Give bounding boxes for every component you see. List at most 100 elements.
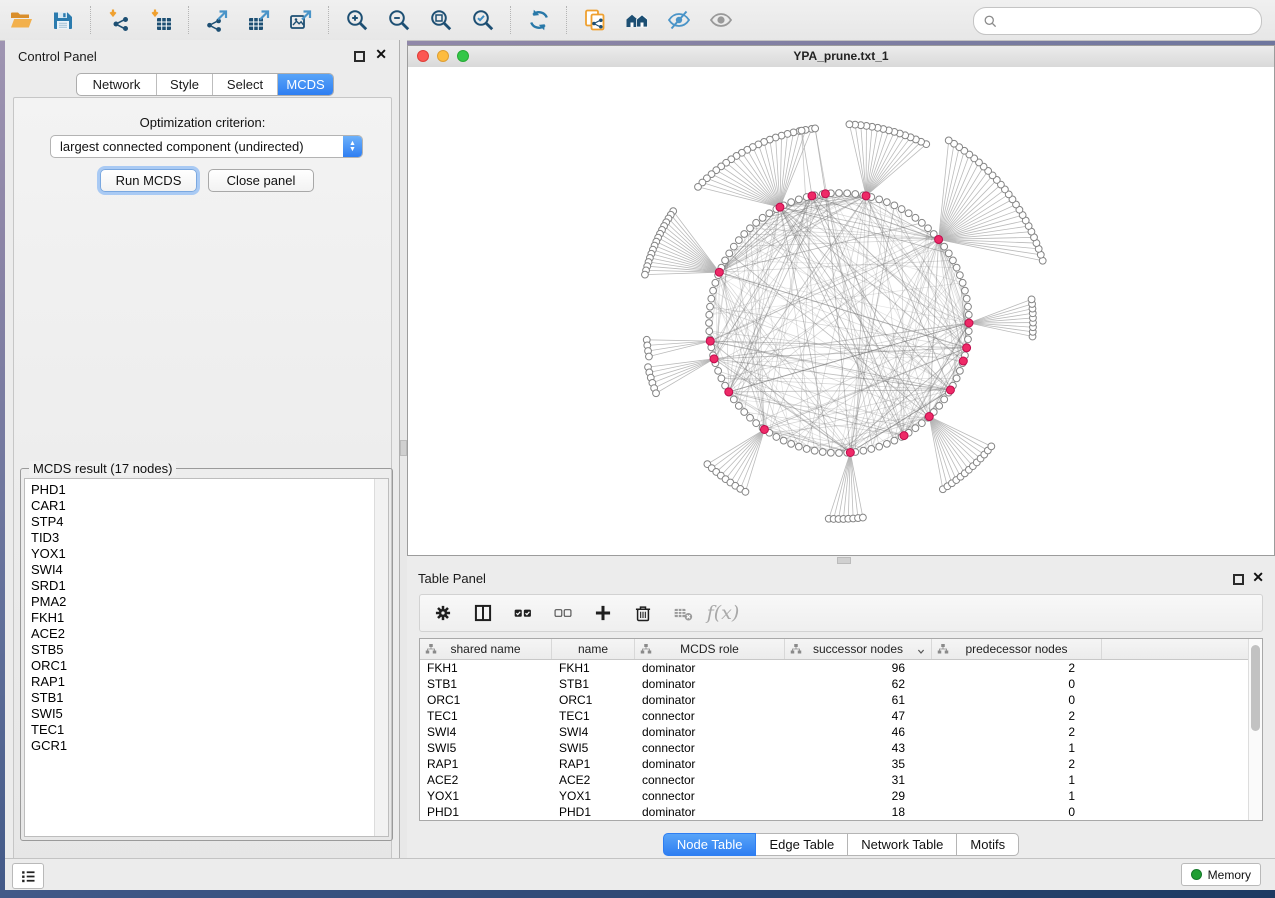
memory-button[interactable]: Memory (1181, 863, 1261, 886)
search-input[interactable] (1002, 13, 1253, 30)
close-panel-icon[interactable]: ✕ (1252, 570, 1264, 584)
zoom-selected-button[interactable] (465, 3, 501, 37)
mcds-result-item[interactable]: TEC1 (25, 722, 388, 738)
ring-node (965, 311, 972, 318)
table-row[interactable]: SWI5SWI5connector431 (420, 740, 1249, 756)
network-window-titlebar[interactable]: YPA_prune.txt_1 (408, 46, 1274, 68)
hide-selection-button[interactable] (661, 3, 697, 37)
column-header-successor-nodes[interactable]: successor nodes (785, 639, 932, 659)
gear-button[interactable] (426, 598, 460, 628)
trash-button[interactable] (626, 598, 660, 628)
mcds-result-item[interactable]: SRD1 (25, 578, 388, 594)
mcds-node (710, 355, 718, 363)
export-network-button[interactable] (199, 3, 235, 37)
column-header-MCDS-role[interactable]: MCDS role (635, 639, 785, 659)
mcds-result-item[interactable]: ORC1 (25, 658, 388, 674)
table-cell: FKH1 (552, 660, 635, 676)
table-row[interactable]: TEC1TEC1connector472 (420, 708, 1249, 724)
table-row[interactable]: PHD1PHD1dominator180 (420, 804, 1249, 820)
tab-network[interactable]: Network (77, 74, 157, 95)
control-panel-title: Control Panel (18, 49, 97, 64)
mcds-result-item[interactable]: SWI4 (25, 562, 388, 578)
mcds-result-item[interactable]: SWI5 (25, 706, 388, 722)
table-row[interactable]: SWI4SWI4dominator462 (420, 724, 1249, 740)
mcds-result-item[interactable]: FKH1 (25, 610, 388, 626)
mcds-result-item[interactable]: RAP1 (25, 674, 388, 690)
export-image-button[interactable] (283, 3, 319, 37)
table-row[interactable]: RAP1RAP1dominator352 (420, 756, 1249, 772)
column-header-shared-name[interactable]: shared name (420, 639, 552, 659)
mcds-result-item[interactable]: PMA2 (25, 594, 388, 610)
mcds-result-item[interactable]: STB5 (25, 642, 388, 658)
tab-edge-table[interactable]: Edge Table (756, 833, 848, 856)
network-canvas[interactable] (408, 67, 1274, 555)
tab-motifs[interactable]: Motifs (957, 833, 1019, 856)
columns-button[interactable] (466, 598, 500, 628)
table-row[interactable]: FKH1FKH1dominator962 (420, 660, 1249, 676)
unselect-all-button[interactable] (546, 598, 580, 628)
close-panel-icon[interactable]: ✕ (375, 47, 387, 61)
first-neighbors-button[interactable] (619, 3, 655, 37)
zoom-fit-button[interactable] (423, 3, 459, 37)
close-panel-button[interactable]: Close panel (208, 169, 314, 192)
mcds-result-item[interactable]: STP4 (25, 514, 388, 530)
scrollbar-thumb[interactable] (1251, 645, 1260, 731)
zoom-out-button[interactable] (381, 3, 417, 37)
criterion-value: largest connected component (undirected) (51, 139, 343, 154)
table-row[interactable]: ACE2ACE2connector311 (420, 772, 1249, 788)
unselect-all-icon (553, 603, 573, 623)
mcds-result-item[interactable]: YOX1 (25, 546, 388, 562)
float-panel-icon[interactable] (354, 51, 365, 62)
run-mcds-button[interactable]: Run MCDS (100, 169, 197, 192)
select-all-button[interactable] (506, 598, 540, 628)
table-row[interactable]: STB1STB1dominator620 (420, 676, 1249, 692)
tab-style[interactable]: Style (157, 74, 213, 95)
table-row[interactable]: YOX1YOX1connector291 (420, 788, 1249, 804)
mcds-list-scrollbar[interactable] (374, 479, 388, 836)
ring-node (753, 219, 760, 226)
criterion-select[interactable]: largest connected component (undirected)… (50, 135, 363, 158)
zoom-in-icon (345, 8, 369, 32)
show-all-button[interactable] (703, 3, 739, 37)
mcds-result-item[interactable]: STB1 (25, 690, 388, 706)
mcds-result-item[interactable]: TID3 (25, 530, 388, 546)
float-panel-icon[interactable] (1233, 574, 1244, 585)
open-file-button[interactable] (3, 3, 39, 37)
table-row[interactable]: ORC1ORC1dominator610 (420, 692, 1249, 708)
splitter-grip[interactable] (837, 557, 851, 564)
new-network-from-selection-button[interactable] (577, 3, 613, 37)
ring-node (941, 243, 948, 250)
vertical-splitter[interactable] (400, 40, 407, 858)
column-header-predecessor-nodes[interactable]: predecessor nodes (932, 639, 1102, 659)
add-button[interactable] (586, 598, 620, 628)
column-label: successor nodes (813, 642, 903, 656)
table-cell: 0 (932, 804, 1102, 820)
tab-mcds[interactable]: MCDS (278, 74, 333, 95)
mcds-result-item[interactable]: PHD1 (25, 482, 388, 498)
column-header-name[interactable]: name (552, 639, 635, 659)
task-history-button[interactable] (12, 863, 44, 889)
refresh-button[interactable] (521, 3, 557, 37)
mcds-result-item[interactable]: ACE2 (25, 626, 388, 642)
ring-node (766, 210, 773, 217)
splitter-grip[interactable] (400, 440, 407, 456)
fx-button[interactable]: f(x) (706, 598, 740, 628)
tab-network-table[interactable]: Network Table (848, 833, 957, 856)
export-table-button[interactable] (241, 3, 277, 37)
horizontal-splitter[interactable] (407, 556, 1275, 565)
delete-table-button[interactable] (666, 598, 700, 628)
table-scrollbar[interactable] (1248, 639, 1262, 820)
table-cell: RAP1 (420, 756, 552, 772)
zoom-in-button[interactable] (339, 3, 375, 37)
tab-select[interactable]: Select (213, 74, 278, 95)
leaf-node (859, 514, 866, 521)
save-session-button[interactable] (45, 3, 81, 37)
mcds-node (846, 449, 854, 457)
mcds-result-item[interactable]: GCR1 (25, 738, 388, 754)
ring-node (819, 449, 826, 456)
desktop: Control Panel ✕ NetworkStyleSelectMCDS O… (0, 0, 1275, 898)
mcds-result-item[interactable]: CAR1 (25, 498, 388, 514)
tab-node-table[interactable]: Node Table (663, 833, 757, 856)
import-network-button[interactable] (101, 3, 137, 37)
import-table-button[interactable] (143, 3, 179, 37)
